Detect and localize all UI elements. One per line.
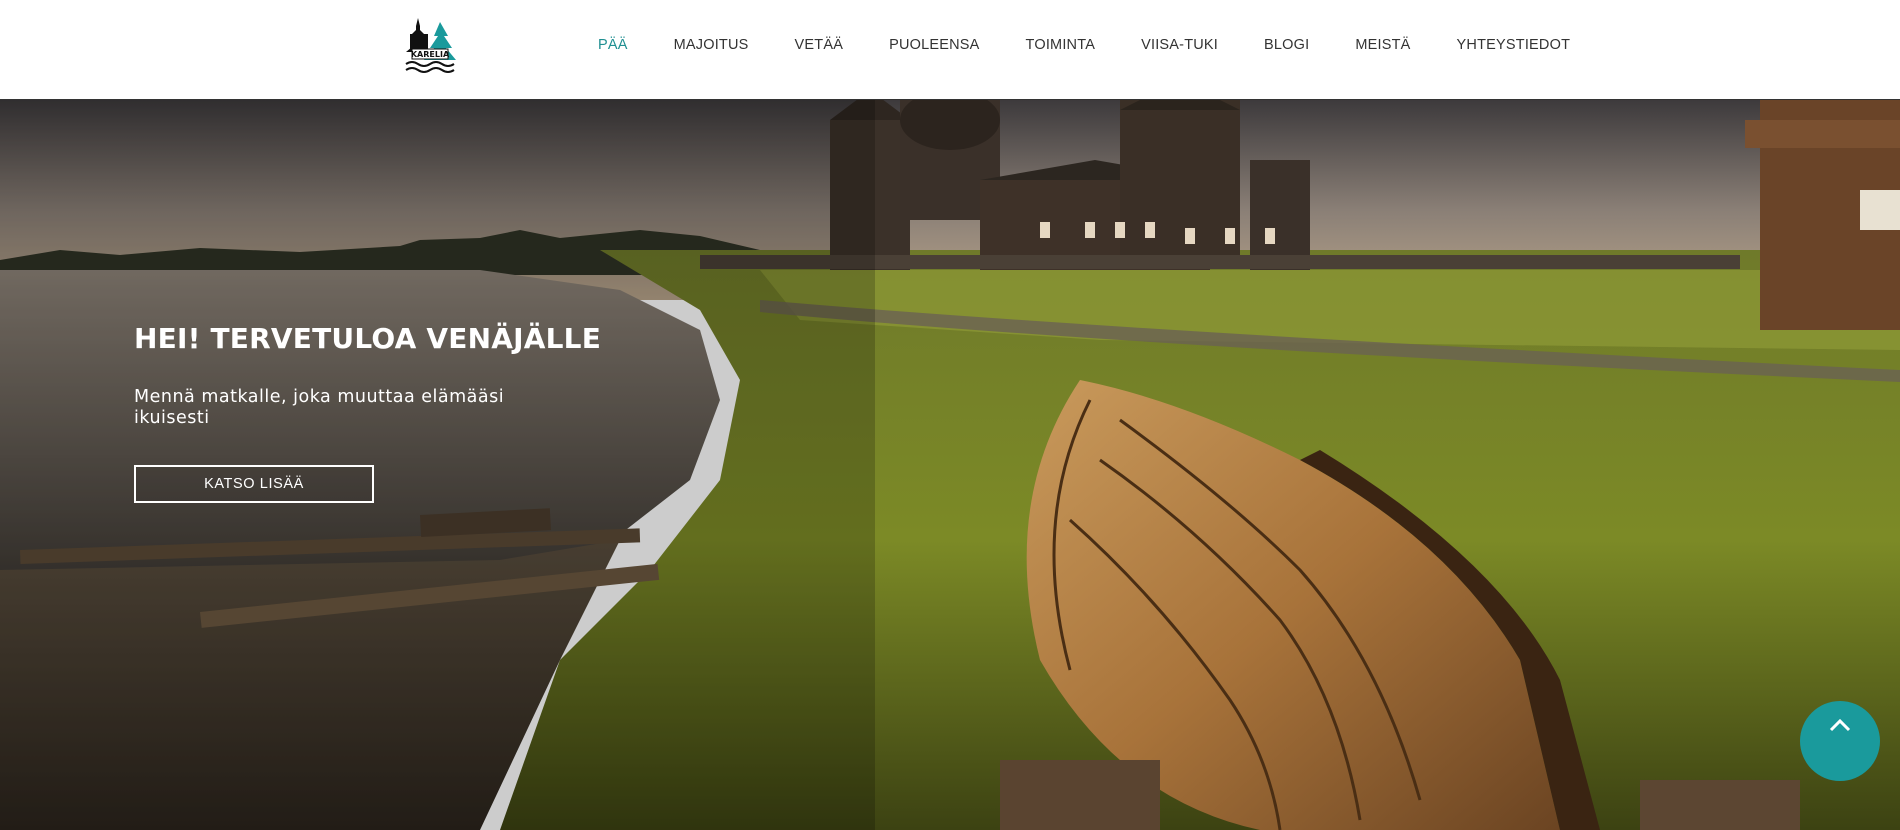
nav-item-majoitus[interactable]: MAJOITUS [651,37,772,53]
scroll-to-top-button[interactable] [1800,701,1880,781]
nav-item-paa[interactable]: PÄÄ [575,37,651,53]
see-more-button[interactable]: KATSO LISÄÄ [134,465,374,503]
nav-item-puoleensa[interactable]: PUOLEENSA [866,37,1002,53]
site-header: KARELIA PÄÄ MAJOITUS VETÄÄ PUOLEENSA TOI… [0,0,1900,100]
nav-item-vetaa[interactable]: VETÄÄ [772,37,867,53]
logo-text: KARELIA [411,50,450,59]
hero-section: HEI! TERVETULOA VENÄJÄLLE Mennä matkalle… [0,100,1900,830]
hero-title: HEI! TERVETULOA VENÄJÄLLE [134,322,602,355]
nav-item-blogi[interactable]: BLOGI [1241,37,1332,53]
nav-item-viisa-tuki[interactable]: VIISA-TUKI [1118,37,1241,53]
nav-item-meista[interactable]: MEISTÄ [1332,37,1433,53]
main-nav: PÄÄ MAJOITUS VETÄÄ PUOLEENSA TOIMINTA VI… [575,0,1593,90]
nav-item-toiminta[interactable]: TOIMINTA [1003,37,1119,53]
chevron-up-icon [1829,718,1851,732]
nav-item-yhteystiedot[interactable]: YHTEYSTIEDOT [1434,37,1594,53]
karelia-logo-icon[interactable]: KARELIA [404,16,460,74]
hero-subtitle: Mennä matkalle, joka muuttaa elämääsi ik… [134,387,505,428]
